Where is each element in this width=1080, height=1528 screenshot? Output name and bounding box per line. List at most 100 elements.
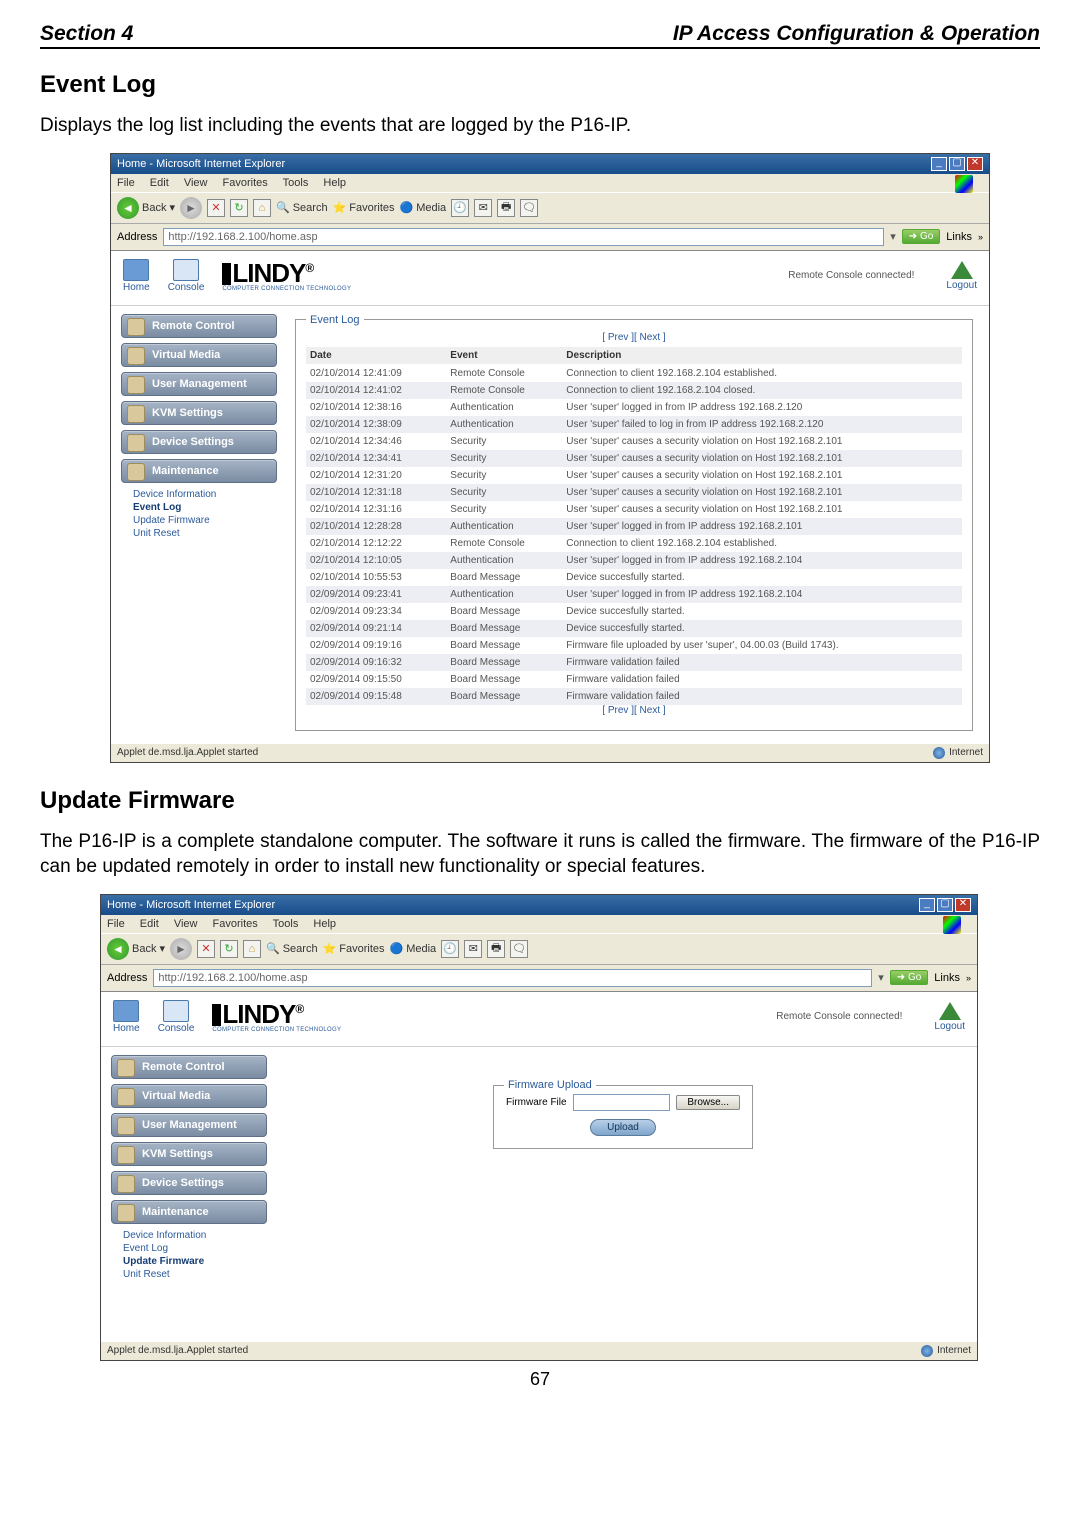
- nav-virtual-media[interactable]: Virtual Media: [111, 1084, 267, 1108]
- media-button[interactable]: 🔵 Media: [400, 201, 447, 214]
- nav-remote-control[interactable]: Remote Control: [121, 314, 277, 338]
- sub-event-log[interactable]: Event Log: [133, 501, 277, 514]
- sub-unit-reset[interactable]: Unit Reset: [133, 527, 277, 540]
- menu-file[interactable]: File: [117, 177, 135, 189]
- mail-icon[interactable]: ✉: [474, 199, 492, 217]
- event-log-legend: Event Log: [306, 314, 364, 326]
- media-button[interactable]: 🔵 Media: [390, 942, 437, 955]
- history-icon[interactable]: 🕘: [441, 940, 459, 958]
- search-button[interactable]: 🔍 Search: [266, 942, 318, 955]
- upload-button[interactable]: Upload: [590, 1119, 656, 1136]
- heading-event-log: Event Log: [40, 71, 1040, 99]
- firmware-file-input[interactable]: [573, 1094, 671, 1111]
- minimize-button[interactable]: _: [919, 898, 935, 912]
- nav-virtual-media[interactable]: Virtual Media: [121, 343, 277, 367]
- print-icon[interactable]: 🖶: [497, 199, 515, 217]
- console-link[interactable]: Console: [168, 259, 205, 293]
- sub-update-firmware[interactable]: Update Firmware: [133, 514, 277, 527]
- links-label[interactable]: Links: [934, 972, 960, 984]
- desc-event-log: Displays the log list including the even…: [40, 113, 1040, 139]
- links-label[interactable]: Links: [946, 231, 972, 243]
- menu-help[interactable]: Help: [313, 918, 336, 930]
- forward-icon[interactable]: ►: [170, 938, 192, 960]
- console-screen-icon: [163, 1000, 189, 1022]
- sub-device-information[interactable]: Device Information: [123, 1229, 267, 1242]
- home-icon[interactable]: ⌂: [243, 940, 261, 958]
- sub-device-information[interactable]: Device Information: [133, 488, 277, 501]
- stop-icon[interactable]: ✕: [207, 199, 225, 217]
- home-icon[interactable]: ⌂: [253, 199, 271, 217]
- maximize-button[interactable]: ▢: [949, 157, 965, 171]
- back-button[interactable]: Back: [132, 943, 156, 955]
- pager-bottom[interactable]: [ Prev ][ Next ]: [306, 705, 962, 716]
- menu-view[interactable]: View: [184, 177, 208, 189]
- stop-icon[interactable]: ✕: [197, 940, 215, 958]
- home-link[interactable]: Home: [113, 1000, 140, 1034]
- nav-user-management[interactable]: User Management: [111, 1113, 267, 1137]
- nav-maintenance[interactable]: Maintenance: [111, 1200, 267, 1224]
- device-settings-icon: [127, 434, 145, 452]
- logout-link[interactable]: Logout: [934, 1002, 965, 1032]
- pager-top[interactable]: [ Prev ][ Next ]: [306, 332, 962, 343]
- nav-maintenance[interactable]: Maintenance: [121, 459, 277, 483]
- mail-icon[interactable]: ✉: [464, 940, 482, 958]
- history-icon[interactable]: 🕘: [451, 199, 469, 217]
- close-button[interactable]: ✕: [955, 898, 971, 912]
- go-button[interactable]: ➜ Go: [890, 970, 929, 985]
- table-row: 02/10/2014 12:41:09Remote ConsoleConnect…: [306, 364, 962, 382]
- print-icon[interactable]: 🖶: [487, 940, 505, 958]
- menu-help[interactable]: Help: [323, 177, 346, 189]
- ie-menubar[interactable]: File Edit View Favorites Tools Help: [111, 174, 989, 192]
- go-button[interactable]: ➜ Go: [902, 229, 941, 244]
- internet-zone-icon: [933, 747, 945, 759]
- address-input[interactable]: http://192.168.2.100/home.asp: [153, 969, 872, 987]
- forward-icon[interactable]: ►: [180, 197, 202, 219]
- menu-edit[interactable]: Edit: [140, 918, 159, 930]
- menu-favorites[interactable]: Favorites: [223, 177, 268, 189]
- status-applet: Applet de.msd.lja.Applet started: [117, 747, 258, 759]
- home-link[interactable]: Home: [123, 259, 150, 293]
- console-status: Remote Console connected!: [351, 270, 946, 281]
- table-row: 02/09/2014 09:21:14Board MessageDevice s…: [306, 620, 962, 637]
- menu-view[interactable]: View: [174, 918, 198, 930]
- back-button[interactable]: Back: [142, 202, 166, 214]
- browse-button[interactable]: Browse...: [676, 1095, 740, 1110]
- favorites-button[interactable]: ⭐ Favorites: [323, 942, 385, 955]
- ie-menubar[interactable]: File Edit View Favorites Tools Help: [101, 915, 977, 933]
- sub-update-firmware[interactable]: Update Firmware: [123, 1255, 267, 1268]
- menu-edit[interactable]: Edit: [150, 177, 169, 189]
- nav-device-settings[interactable]: Device Settings: [111, 1171, 267, 1195]
- logout-link[interactable]: Logout: [946, 261, 977, 291]
- sub-event-log[interactable]: Event Log: [123, 1242, 267, 1255]
- minimize-button[interactable]: _: [931, 157, 947, 171]
- nav-kvm-settings[interactable]: KVM Settings: [111, 1142, 267, 1166]
- discuss-icon[interactable]: 🗨: [520, 199, 538, 217]
- nav-kvm-settings[interactable]: KVM Settings: [121, 401, 277, 425]
- maximize-button[interactable]: ▢: [937, 898, 953, 912]
- refresh-icon[interactable]: ↻: [230, 199, 248, 217]
- brand-logo: LINDY® COMPUTER CONNECTION TECHNOLOGY: [222, 260, 351, 292]
- back-icon[interactable]: ◄: [117, 197, 139, 219]
- virtual-media-icon: [127, 347, 145, 365]
- menu-tools[interactable]: Tools: [283, 177, 309, 189]
- discuss-icon[interactable]: 🗨: [510, 940, 528, 958]
- table-row: 02/10/2014 12:41:02Remote ConsoleConnect…: [306, 382, 962, 399]
- menu-file[interactable]: File: [107, 918, 125, 930]
- table-row: 02/10/2014 12:34:41SecurityUser 'super' …: [306, 450, 962, 467]
- menu-tools[interactable]: Tools: [273, 918, 299, 930]
- back-icon[interactable]: ◄: [107, 938, 129, 960]
- refresh-icon[interactable]: ↻: [220, 940, 238, 958]
- address-input[interactable]: http://192.168.2.100/home.asp: [163, 228, 884, 246]
- nav-user-management[interactable]: User Management: [121, 372, 277, 396]
- ie-toolbar: ◄Back ▾ ► ✕ ↻ ⌂ 🔍 Search ⭐ Favorites 🔵 M…: [101, 933, 977, 965]
- search-button[interactable]: 🔍 Search: [276, 201, 328, 214]
- user-management-icon: [127, 376, 145, 394]
- nav-device-settings[interactable]: Device Settings: [121, 430, 277, 454]
- nav-remote-control[interactable]: Remote Control: [111, 1055, 267, 1079]
- sub-unit-reset[interactable]: Unit Reset: [123, 1268, 267, 1281]
- logout-icon: [951, 261, 973, 279]
- favorites-button[interactable]: ⭐ Favorites: [333, 201, 395, 214]
- menu-favorites[interactable]: Favorites: [213, 918, 258, 930]
- console-link[interactable]: Console: [158, 1000, 195, 1034]
- close-button[interactable]: ✕: [967, 157, 983, 171]
